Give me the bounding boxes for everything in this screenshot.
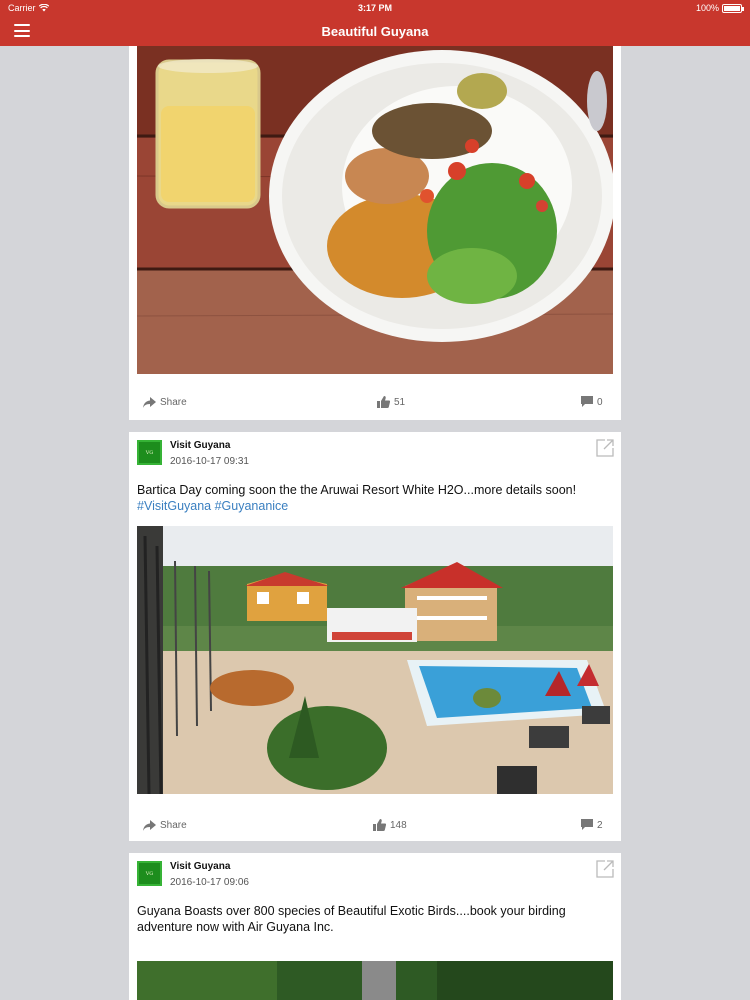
status-right: 100% xyxy=(622,3,744,13)
post-header: VG Visit Guyana 2016-10-17 09:06 xyxy=(129,853,621,895)
share-button[interactable]: Share xyxy=(143,386,187,418)
status-time: 3:17 PM xyxy=(357,3,392,13)
status-left: Carrier xyxy=(8,3,128,13)
like-button[interactable]: 51 xyxy=(377,386,405,418)
post-card: VG Visit Guyana 2016-10-17 09:06 Guyana … xyxy=(129,853,621,1000)
post-photo[interactable] xyxy=(137,46,613,374)
post-text: Guyana Boasts over 800 species of Beauti… xyxy=(137,904,566,934)
like-button[interactable]: 148 xyxy=(373,809,407,841)
post-body: Bartica Day coming soon the the Aruwai R… xyxy=(137,482,607,514)
share-label: Share xyxy=(160,396,187,408)
open-external-icon[interactable] xyxy=(595,859,615,879)
post-photo[interactable] xyxy=(137,526,613,794)
avatar[interactable]: VG xyxy=(137,861,162,886)
post-timestamp: 2016-10-17 09:31 xyxy=(170,456,249,467)
battery-percent: 100% xyxy=(695,3,719,13)
thumbs-up-icon xyxy=(373,819,386,831)
share-button[interactable]: Share xyxy=(143,809,187,841)
like-count: 51 xyxy=(394,396,406,408)
share-label: Share xyxy=(160,819,187,831)
thumbs-up-icon xyxy=(377,396,390,408)
post-header: VG Visit Guyana 2016-10-17 09:31 xyxy=(129,432,621,474)
nav-bar: Beautiful Guyana xyxy=(0,16,750,46)
post-photo[interactable] xyxy=(137,961,613,1000)
post-body: Guyana Boasts over 800 species of Beauti… xyxy=(137,903,607,935)
open-external-icon[interactable] xyxy=(595,438,615,458)
post-actions: Share 51 0 xyxy=(129,386,621,418)
menu-icon[interactable] xyxy=(14,24,30,37)
comment-button[interactable]: 0 xyxy=(581,386,603,418)
post-actions: Share 148 2 xyxy=(129,809,621,841)
page-title: Beautiful Guyana xyxy=(321,23,429,39)
post-hashtags[interactable]: #VisitGuyana #Guyananice xyxy=(137,498,607,514)
share-icon xyxy=(143,819,156,831)
comment-count: 0 xyxy=(597,396,603,408)
post-text: Bartica Day coming soon the the Aruwai R… xyxy=(137,483,577,497)
post-card: VG Visit Guyana 2016-10-17 09:31 Bartica… xyxy=(129,432,621,841)
comment-button[interactable]: 2 xyxy=(581,809,603,841)
share-icon xyxy=(143,396,156,408)
comment-icon xyxy=(581,819,593,830)
avatar[interactable]: VG xyxy=(137,440,162,465)
status-bar: Carrier 3:17 PM 100% xyxy=(0,0,750,16)
battery-icon xyxy=(721,3,744,13)
like-count: 148 xyxy=(390,819,407,831)
page-name[interactable]: Visit Guyana xyxy=(170,440,230,451)
wifi-icon xyxy=(38,4,49,12)
post-card: Share 51 0 xyxy=(129,46,621,420)
page-name[interactable]: Visit Guyana xyxy=(170,861,230,872)
comment-count: 2 xyxy=(597,819,603,831)
comment-icon xyxy=(581,396,593,407)
carrier-label: Carrier xyxy=(8,3,36,13)
post-timestamp: 2016-10-17 09:06 xyxy=(170,877,249,888)
